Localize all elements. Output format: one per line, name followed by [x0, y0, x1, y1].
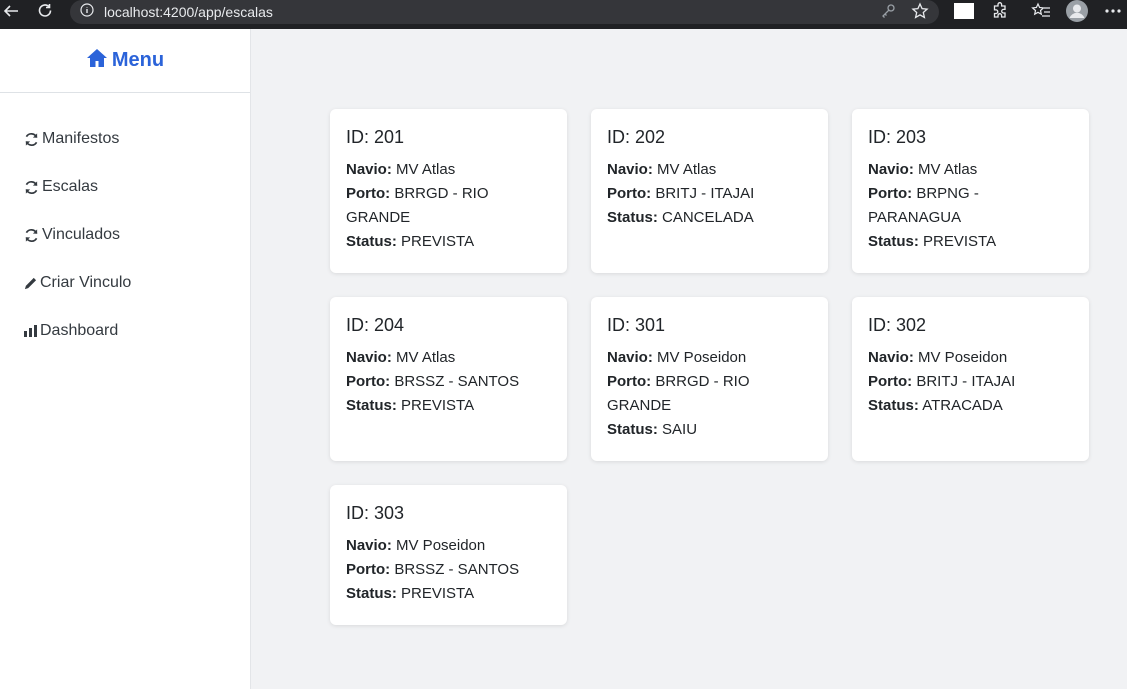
browser-toolbar: localhost:4200/app/escalas [0, 0, 1127, 29]
porto-value: BRITJ - ITAJAI [655, 185, 755, 202]
card-id: ID: 302 [868, 315, 927, 335]
card-id: ID: 203 [868, 127, 927, 147]
pencil-icon [24, 275, 38, 291]
escala-card[interactable]: ID: 201 Navio: MV Atlas Porto: BRRGD - R… [330, 109, 567, 273]
navio-value: MV Poseidon [396, 537, 486, 554]
navio-value: MV Atlas [396, 349, 456, 366]
refresh-icon [24, 227, 40, 243]
status-value: ATRACADA [922, 397, 1003, 414]
status-label: Status: [868, 233, 919, 250]
favorites-icon[interactable] [1030, 0, 1052, 22]
escala-card[interactable]: ID: 301 Navio: MV Poseidon Porto: BRRGD … [591, 297, 828, 461]
sidebar-item-manifestos[interactable]: Manifestos [0, 115, 250, 163]
status-value: PREVISTA [401, 233, 475, 250]
escala-card[interactable]: ID: 204 Navio: MV Atlas Porto: BRSSZ - S… [330, 297, 567, 461]
porto-label: Porto: [868, 373, 913, 390]
navio-label: Navio: [607, 349, 653, 366]
status-label: Status: [868, 397, 919, 414]
more-menu-icon[interactable] [1104, 0, 1122, 22]
sidebar-item-label: Dashboard [40, 322, 119, 339]
extensions-puzzle-icon[interactable] [989, 0, 1011, 22]
sidebar-menu: Manifestos Escalas Vinculados Criar Vinc… [0, 93, 250, 355]
navio-label: Navio: [607, 161, 653, 178]
card-id: ID: 303 [346, 503, 405, 523]
address-bar[interactable]: localhost:4200/app/escalas [70, 0, 939, 24]
escalas-grid: ID: 201 Navio: MV Atlas Porto: BRRGD - R… [330, 109, 1089, 625]
url-text: localhost:4200/app/escalas [104, 4, 273, 20]
back-icon[interactable] [0, 0, 22, 22]
navio-label: Navio: [346, 537, 392, 554]
navio-value: MV Atlas [396, 161, 456, 178]
porto-label: Porto: [346, 373, 391, 390]
profile-avatar-icon[interactable] [1065, 0, 1089, 22]
card-id: ID: 201 [346, 127, 405, 147]
refresh-icon [24, 179, 40, 195]
status-label: Status: [607, 209, 658, 226]
navio-value: MV Poseidon [918, 349, 1008, 366]
status-value: PREVISTA [923, 233, 997, 250]
home-icon [86, 48, 112, 74]
card-id: ID: 204 [346, 315, 405, 335]
porto-label: Porto: [346, 561, 391, 578]
porto-value: BRSSZ - SANTOS [394, 561, 520, 578]
sidebar-item-label: Criar Vinculo [40, 274, 132, 291]
porto-value: BRITJ - ITAJAI [916, 373, 1016, 390]
status-label: Status: [346, 585, 397, 602]
sidebar-item-escalas[interactable]: Escalas [0, 163, 250, 211]
status-label: Status: [346, 397, 397, 414]
reload-icon[interactable] [34, 0, 56, 22]
navio-value: MV Atlas [657, 161, 717, 178]
refresh-icon [24, 131, 40, 147]
sidebar-item-dashboard[interactable]: Dashboard [0, 307, 250, 355]
sidebar-header[interactable]: Menu [0, 29, 250, 93]
navio-label: Navio: [868, 161, 914, 178]
porto-label: Porto: [346, 185, 391, 202]
sidebar: Menu Manifestos Escalas Vinculados Criar… [0, 29, 251, 689]
bar-chart-icon [24, 323, 38, 339]
escala-card[interactable]: ID: 302 Navio: MV Poseidon Porto: BRITJ … [852, 297, 1089, 461]
status-value: CANCELADA [662, 209, 754, 226]
porto-label: Porto: [868, 185, 913, 202]
card-id: ID: 301 [607, 315, 666, 335]
star-icon[interactable] [911, 2, 929, 25]
status-value: PREVISTA [401, 397, 475, 414]
porto-label: Porto: [607, 373, 652, 390]
sidebar-title: Menu [111, 49, 165, 71]
navio-value: MV Atlas [918, 161, 978, 178]
status-label: Status: [346, 233, 397, 250]
escala-card[interactable]: ID: 203 Navio: MV Atlas Porto: BRPNG - P… [852, 109, 1089, 273]
status-label: Status: [607, 421, 658, 438]
navio-label: Navio: [346, 161, 392, 178]
porto-label: Porto: [607, 185, 652, 202]
sidebar-item-label: Escalas [42, 178, 99, 195]
key-icon[interactable] [880, 3, 896, 24]
sidebar-item-criar-vinculo[interactable]: Criar Vinculo [0, 259, 250, 307]
extension-square-icon[interactable] [953, 0, 975, 22]
status-value: PREVISTA [401, 585, 475, 602]
sidebar-item-vinculados[interactable]: Vinculados [0, 211, 250, 259]
porto-value: BRSSZ - SANTOS [394, 373, 520, 390]
sidebar-item-label: Vinculados [42, 226, 120, 243]
escala-card[interactable]: ID: 303 Navio: MV Poseidon Porto: BRSSZ … [330, 485, 567, 625]
navio-label: Navio: [868, 349, 914, 366]
escala-card[interactable]: ID: 202 Navio: MV Atlas Porto: BRITJ - I… [591, 109, 828, 273]
navio-value: MV Poseidon [657, 349, 747, 366]
sidebar-item-label: Manifestos [42, 130, 120, 147]
card-id: ID: 202 [607, 127, 666, 147]
site-info-icon[interactable] [80, 2, 94, 22]
status-value: SAIU [662, 421, 698, 438]
navio-label: Navio: [346, 349, 392, 366]
